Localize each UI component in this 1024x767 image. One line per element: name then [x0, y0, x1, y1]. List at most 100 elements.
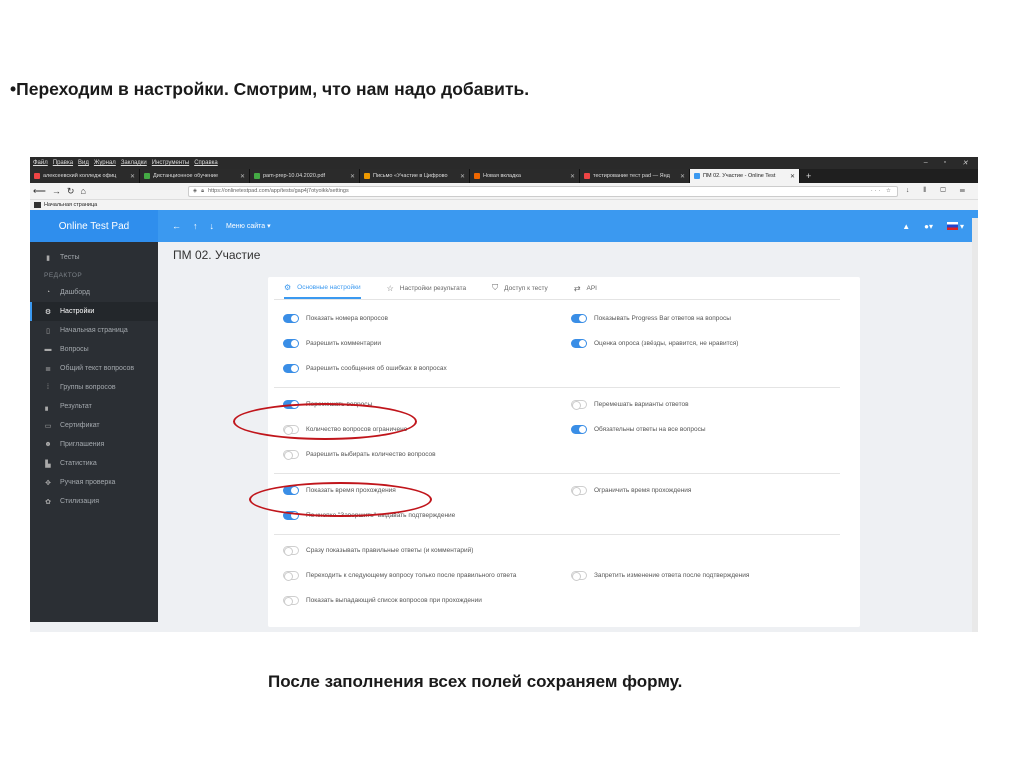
option-next-after-correct[interactable]: Переходить к следующему вопросу только п… — [283, 571, 516, 581]
forward-icon[interactable]: → — [52, 186, 61, 196]
toggle-switch[interactable] — [283, 364, 299, 373]
favicon-icon — [34, 173, 40, 179]
close-tab-icon[interactable]: ✕ — [570, 173, 575, 180]
tab-title: алексеевский колледж офиц — [43, 173, 117, 179]
site-menu-button[interactable]: Меню сайта ▾ — [226, 222, 271, 230]
bookmark-icon — [34, 202, 41, 208]
menu-file[interactable]: Файл — [33, 160, 48, 166]
site-menu-label: Меню сайта — [226, 223, 266, 230]
option-survey-rating[interactable]: Оценка опроса (звёзды, нравится, не нрав… — [571, 339, 738, 348]
toggle-switch[interactable] — [571, 314, 587, 323]
option-show-correct-answers[interactable]: Сразу показывать правильные ответы (и ко… — [283, 546, 473, 556]
sidebar-item-statistics[interactable]: ▙ Статистика — [30, 454, 158, 473]
close-tab-icon[interactable]: ✕ — [680, 173, 685, 180]
browser-tab[interactable]: Дистанционное обучение ✕ — [140, 169, 250, 183]
annotation-ellipse-shuffle — [233, 403, 417, 440]
close-tab-icon[interactable]: ✕ — [460, 173, 465, 180]
option-choose-question-count[interactable]: Разрешить выбирать количество вопросов — [283, 450, 436, 460]
close-tab-icon[interactable]: ✕ — [240, 173, 245, 180]
sidebar-item-question-groups[interactable]: ⁞ Группы вопросов — [30, 378, 158, 397]
toggle-switch[interactable] — [283, 596, 299, 606]
option-allow-comments[interactable]: Разрешить комментарии — [283, 339, 381, 348]
tab-api[interactable]: ⇄ API — [574, 277, 597, 299]
reload-icon[interactable]: ↻ — [67, 186, 75, 197]
menu-help[interactable]: Справка — [194, 160, 218, 166]
option-forbid-answer-change[interactable]: Запретить изменение ответа после подтвер… — [571, 571, 749, 581]
exchange-icon: ⇄ — [573, 283, 581, 293]
option-question-dropdown[interactable]: Показать выпадающий список вопросов при … — [283, 596, 482, 606]
sidebar-item-tests[interactable]: ▮ Тесты — [30, 248, 158, 267]
sidebar-item-start-page[interactable]: ▯ Начальная страница — [30, 321, 158, 340]
new-tab-icon[interactable]: + — [800, 169, 817, 183]
sidebar-item-invitations[interactable]: ☻ Приглашения — [30, 435, 158, 454]
browser-tabs: алексеевский колледж офиц ✕ Дистанционное… — [30, 169, 978, 183]
sidebar-item-styling[interactable]: ✿ Стилизация — [30, 492, 158, 511]
option-show-question-numbers[interactable]: Показать номера вопросов — [283, 314, 388, 323]
bookmarks-bar: Начальная страница — [30, 200, 978, 210]
bookmark-start-page[interactable]: Начальная страница — [44, 202, 97, 208]
page-scrollbar[interactable] — [972, 218, 978, 632]
sidebar-item-result[interactable]: ▖ Результат — [30, 397, 158, 416]
menu-edit[interactable]: Правка — [53, 160, 73, 166]
app-brand[interactable]: Online Test Pad — [30, 210, 158, 242]
home-icon[interactable]: ⌂ — [80, 186, 85, 196]
menu-view[interactable]: Вид — [78, 160, 89, 166]
sidebar-item-questions[interactable]: ▬ Вопросы — [30, 340, 158, 359]
toggle-switch[interactable] — [283, 339, 299, 348]
close-tab-icon[interactable]: ✕ — [790, 173, 795, 180]
maximize-icon[interactable]: ▫ — [944, 159, 946, 167]
tab-access[interactable]: ⛉ Доступ к тесту — [492, 277, 548, 299]
gear-icon: ⚙ — [44, 308, 52, 316]
option-progress-bar[interactable]: Показывать Progress Bar ответов на вопро… — [571, 314, 731, 323]
divider — [274, 534, 840, 535]
close-tab-icon[interactable]: ✕ — [130, 173, 135, 180]
toggle-switch[interactable] — [283, 546, 299, 556]
toolbar-icons[interactable]: ↓ ⫴ ▢ ☰ — [906, 187, 975, 195]
browser-tab[interactable]: pam-prep-10.04.2020.pdf ✕ — [250, 169, 360, 183]
bell-icon[interactable]: ▲ — [902, 222, 910, 231]
browser-tab[interactable]: Письмо «Участие в Цифрово ✕ — [360, 169, 470, 183]
option-required-answers[interactable]: Обязательны ответы на все вопросы — [571, 425, 706, 434]
menu-history[interactable]: Журнал — [94, 160, 116, 166]
toggle-switch[interactable] — [571, 571, 587, 581]
toggle-switch[interactable] — [571, 339, 587, 348]
toggle-switch[interactable] — [571, 400, 587, 410]
tab-label: Основные настройки — [297, 283, 361, 291]
option-limit-time[interactable]: Ограничить время прохождения — [571, 486, 691, 496]
menu-bookmarks[interactable]: Закладки — [121, 160, 147, 166]
arrow-left-icon[interactable]: ← — [172, 221, 181, 231]
dashboard-icon: ◔ — [45, 289, 51, 296]
menu-tools[interactable]: Инструменты — [152, 160, 189, 166]
toggle-switch[interactable] — [571, 486, 587, 496]
browser-tab[interactable]: алексеевский колледж офиц ✕ — [30, 169, 140, 183]
tab-result-settings[interactable]: ☆ Настройки результата — [387, 277, 467, 299]
sidebar-item-settings[interactable]: ⚙ Настройки — [30, 302, 158, 321]
favicon-icon — [694, 173, 700, 179]
sidebar-item-certificate[interactable]: ▭ Сертификат — [30, 416, 158, 435]
option-allow-error-reports[interactable]: Разрешить сообщения об ошибках в вопроса… — [283, 364, 447, 373]
close-window-icon[interactable]: ✕ — [962, 159, 968, 167]
browser-tab-active[interactable]: ПМ 02. Участие - Online Test ✕ — [690, 169, 800, 183]
sidebar-item-common-text[interactable]: ≣ Общий текст вопросов — [30, 359, 158, 378]
tab-main-settings[interactable]: ⚙ Основные настройки — [284, 277, 361, 299]
sidebar-item-manual-check[interactable]: ✥ Ручная проверка — [30, 473, 158, 492]
page-actions-icon[interactable]: ··· ☆ — [871, 188, 893, 194]
sidebar-item-dashboard[interactable]: ◔ Дашборд — [30, 283, 158, 302]
favicon-icon — [144, 173, 150, 179]
browser-tab[interactable]: Новая вкладка ✕ — [470, 169, 580, 183]
user-icon[interactable]: ●▾ — [924, 222, 933, 231]
toggle-switch[interactable] — [283, 571, 299, 581]
minimize-icon[interactable]: – — [924, 159, 928, 167]
toggle-switch[interactable] — [571, 425, 587, 434]
toggle-switch[interactable] — [283, 314, 299, 323]
browser-tab[interactable]: тестирование тест pad — Янд ✕ — [580, 169, 690, 183]
arrow-up-icon[interactable]: ↑ — [193, 221, 198, 231]
option-label: Оценка опроса (звёзды, нравится, не нрав… — [594, 340, 739, 347]
back-icon[interactable]: ⟵ — [33, 186, 46, 197]
option-shuffle-answers[interactable]: Перемешать варианты ответов — [571, 400, 689, 410]
toggle-switch[interactable] — [283, 450, 299, 460]
url-bar[interactable]: ◈ 🔒︎ https://onlinetestpad.com/app/tests… — [187, 185, 898, 197]
arrow-down-icon[interactable]: ↓ — [210, 221, 215, 231]
close-tab-icon[interactable]: ✕ — [350, 173, 355, 180]
language-flag-icon[interactable]: ▾ — [946, 222, 964, 231]
